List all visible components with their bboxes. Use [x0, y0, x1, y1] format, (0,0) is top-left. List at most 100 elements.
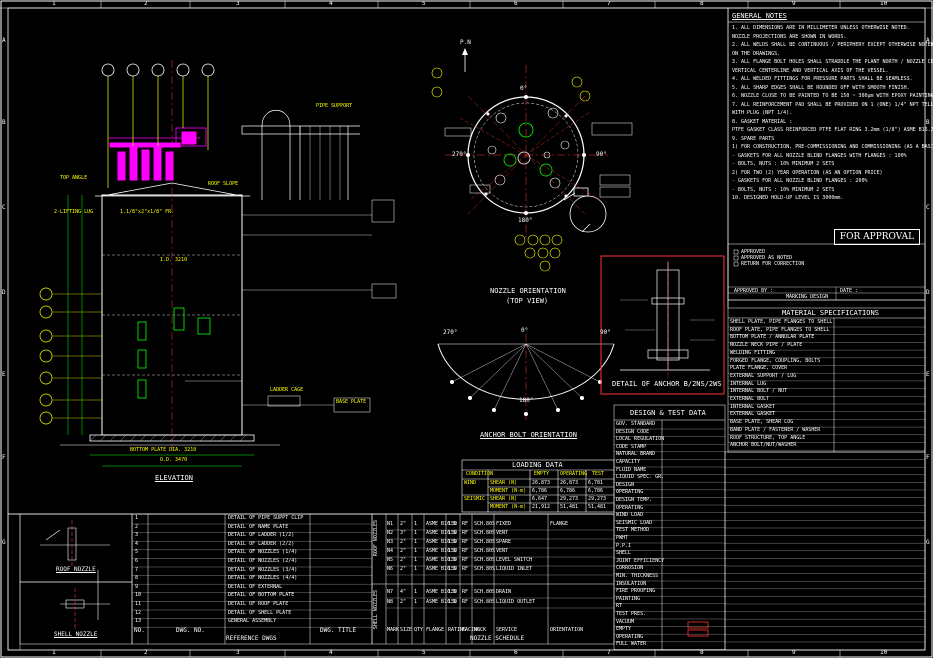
loading-cell: MOMENT (N-m) [490, 504, 527, 510]
design-row-label: VACUUM [616, 618, 635, 625]
ref-row-title: DETAIL OF EXTERNAL [228, 583, 283, 590]
material-row-label: BOTTOM PLATE / ANNULAR PLATE [730, 334, 815, 341]
bottom-plate-label: BOTTOM PLATE DIA. 3210 [130, 447, 197, 453]
border-col-5: 5 [422, 0, 426, 7]
for-approval-stamp: FOR APPROVAL [834, 229, 920, 245]
border-row-e: E [2, 371, 6, 378]
roof-nozzles-label: ROOF NOZZLES [373, 520, 379, 557]
general-note-line: 1) FOR CONSTRUCTION, PRE-COMMISSIONING A… [732, 144, 933, 150]
design-row-label: JOINT EFFICIENCY [616, 557, 665, 564]
material-row-label: WELDING FITTING [730, 349, 776, 356]
roof-slope-label: ROOF SLOPE [208, 181, 239, 187]
nozzle-cell: 2" [400, 521, 407, 527]
ref-row-title: DETAIL OF NOZZLES (4/4) [228, 575, 298, 582]
general-note-line: 5. ALL SHARP EDGES SHALL BE ROUNDED OFF … [732, 84, 910, 91]
nozzle-cell: 150 [448, 599, 458, 605]
general-note-line: - BOLTS, NUTS : 10% MINIMUM 2 SETS [732, 186, 835, 193]
material-row-label: FORGED FLANGE, COUPLING, BOLTS [730, 357, 821, 364]
general-note-line: - GASKETS FOR ALL NOZZLE BLIND FLANGES :… [732, 178, 868, 184]
border-col-1: 1 [52, 0, 56, 7]
nozzle-cell: FLANGE [550, 521, 569, 527]
nozzle-cell: 150 [448, 557, 458, 563]
general-notes-title: GENERAL NOTES [732, 12, 787, 20]
nozzle-cell: SCH.80S [474, 548, 496, 554]
loading-data-title: LOADING DATA [512, 461, 563, 469]
nozzle-cell: SCH.80S [474, 599, 496, 605]
anchor-bolt-title: ANCHOR BOLT ORIENTATION [480, 431, 577, 439]
base-plate-label: BASE PLATE [336, 399, 367, 405]
general-note-line: NOZZLE PROJECTIONS ARE SHOWN IN WORDS. [732, 33, 847, 40]
border-col-3-bottom: 3 [236, 649, 240, 656]
design-row-label: TEST METHOD [616, 527, 650, 534]
ref-row-title: DETAIL OF LADDER (1/2) [228, 532, 295, 539]
top-view-subtitle: (TOP VIEW) [506, 297, 549, 305]
angle-0-anchor: 0° [521, 327, 529, 334]
nozzle-cell: 1 [414, 589, 418, 595]
material-row-label: BAND PLATE / FASTENER / WASHER [730, 426, 821, 433]
ref-row-number: 1 [135, 515, 139, 521]
nozzle-cell: RF [462, 557, 469, 563]
design-row-label: RT [616, 603, 623, 610]
material-row-label: INTERNAL BOLT / NUT [730, 388, 788, 395]
nozzle-cell: N1 [387, 521, 394, 527]
nozzle-cell: 150 [448, 530, 458, 536]
loading-cell: SHEAR (N) [490, 480, 518, 486]
nozzle-header: SERVICE [496, 627, 518, 633]
design-row-label: CODE STAMP [616, 443, 647, 450]
general-note-line: 10. DESIGNED HOLD-UP LEVEL IS 3000mm. [732, 195, 844, 201]
angle-90-anchor: 90° [600, 329, 611, 336]
drawing-sheet: 1 2 3 4 5 6 7 8 9 10 1 2 3 4 5 6 7 8 9 1… [0, 0, 933, 658]
nozzle-cell: 2" [400, 599, 407, 605]
design-row-label: PWHT [616, 535, 629, 541]
angle-0-orient: 0° [520, 85, 528, 92]
nozzle-cell: SCH.80S [474, 589, 496, 595]
angle-270-orient: 270° [452, 151, 467, 158]
top-angle-label: TOP ANGLE [60, 175, 88, 181]
ref-row-number: 7 [135, 566, 139, 573]
ref-row-number: 3 [135, 532, 139, 539]
general-note-line: 6. NOZZLE CLOSE TO BE PAINTED TO BE 150 … [732, 93, 933, 99]
nozzle-cell: 4" [400, 589, 407, 595]
shell-nozzle-title: SHELL NOZZLE [54, 631, 98, 638]
material-row-label: ROOF PLATE, PIPE FLANGES TO SHELL [730, 326, 830, 333]
border-row-b-right: B [926, 119, 930, 126]
ref-row-number: 6 [135, 558, 139, 564]
nozzle-cell: VENT [496, 530, 509, 536]
nozzle-cell: SPARE [496, 539, 512, 545]
ref-row-title: DETAIL OF NOZZLES (1/4) [228, 549, 298, 556]
design-row-label: NATURAL BRAND [616, 451, 656, 458]
approval-stamp-name: MARKING DESIGN [786, 294, 829, 300]
loading-header-condition: CONDITION [466, 471, 494, 477]
material-row-label: INTERNAL GASKET [730, 403, 776, 410]
material-row-label: ROOF STRUCTURE, TOP ANGLE [730, 434, 806, 441]
nozzle-cell: 1 [414, 530, 418, 536]
loading-cell: 51,481 [588, 504, 607, 510]
material-row-label: EXTERNAL BOLT [730, 396, 770, 402]
nozzle-header: NECK [474, 627, 487, 633]
nozzle-header: ORIENTATION [550, 627, 584, 633]
nozzle-cell: LEVEL SWITCH [496, 557, 533, 563]
nozzle-cell: 2" [400, 557, 407, 563]
border-col-4: 4 [329, 0, 333, 7]
design-row-label: OPERATING [616, 489, 644, 496]
loading-cell: 6,647 [532, 496, 548, 502]
design-row-label: GOV. STANDARD [616, 421, 656, 427]
nozzle-header: MARK [387, 627, 400, 633]
border-col-2: 2 [144, 0, 148, 7]
border-col-3: 3 [236, 0, 240, 7]
roof-nozzle-title: ROOF NOZZLE [56, 566, 96, 573]
nozzle-cell: 150 [448, 566, 458, 572]
border-col-6: 6 [514, 0, 518, 7]
border-col-8: 8 [700, 0, 704, 7]
nozzle-cell: 2" [400, 539, 407, 545]
general-note-line: 3. ALL FLANGE BOLT HOLES SHALL STRADDLE … [732, 59, 933, 65]
nozzle-cell: VENT [496, 548, 509, 554]
nozzle-cell: N6 [387, 566, 394, 572]
material-row-label: ANCHOR BOLT/NUT/WASHER [730, 442, 797, 449]
nozzle-cell: SCH.80S [474, 521, 496, 527]
nozzle-cell: RF [462, 548, 469, 554]
general-note-line: ON THE DRAWINGS. [732, 50, 781, 57]
border-col-9: 9 [792, 0, 796, 7]
nozzle-cell: RF [462, 599, 469, 605]
general-note-line: 4. ALL WELDED FITTINGS FOR PRESSURE PART… [732, 76, 913, 82]
